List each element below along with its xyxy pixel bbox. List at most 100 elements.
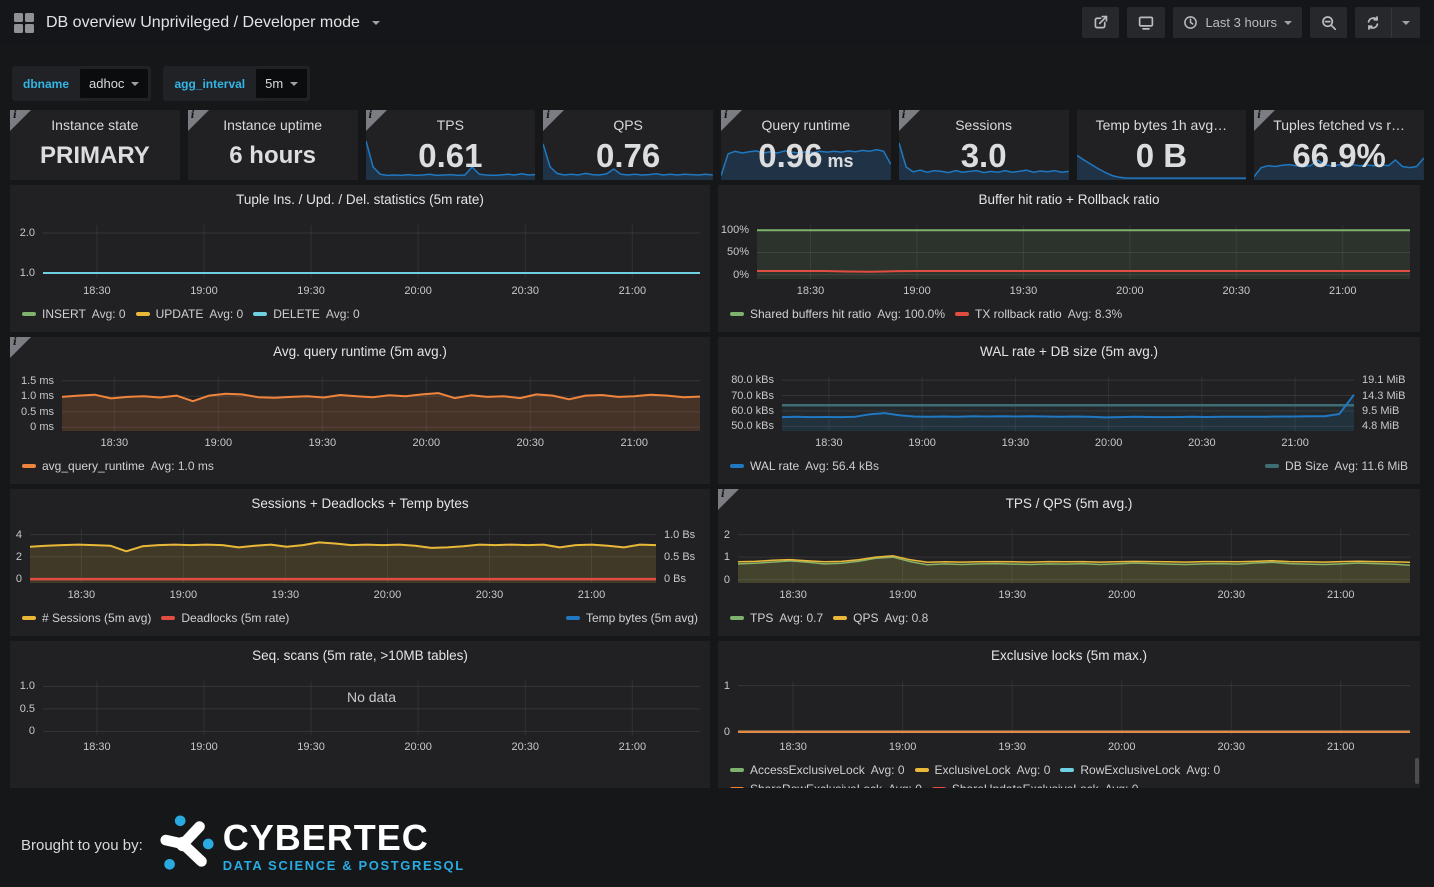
stat-value: 0 B (1077, 132, 1247, 180)
stat-value: 0.76 (543, 132, 713, 180)
y-axis-label: 2 (718, 528, 730, 542)
panel-info-corner[interactable]: i (721, 110, 742, 131)
plot-area[interactable] (757, 225, 1410, 279)
panel-info-corner[interactable]: i (366, 110, 387, 131)
refresh-button[interactable] (1355, 7, 1391, 38)
legend-item-shared-buffers-hit-ratio[interactable]: Shared buffers hit ratioAvg: 100.0% (730, 307, 945, 321)
stat-panel-title[interactable]: Query runtime (721, 117, 891, 133)
plot-area[interactable] (30, 529, 656, 583)
legend-series-label: DELETE (273, 307, 320, 321)
y-axis-label: 1 (718, 550, 730, 564)
x-axis-label: 20:30 (1209, 588, 1253, 602)
legend-series-label: ExclusiveLock (935, 763, 1011, 777)
graph-panel-title[interactable]: Avg. query runtime (5m avg.) (10, 344, 710, 359)
legend-item-tps[interactable]: TPSAvg: 0.7 (730, 611, 823, 625)
stat-value-text: PRIMARY (40, 142, 150, 170)
stat-panel-tuples-fetched-vs-r-: iTuples fetched vs r…66.9% (1254, 110, 1424, 180)
plot-area[interactable] (43, 225, 700, 279)
zoom-out-button[interactable] (1310, 7, 1347, 38)
plot-area[interactable] (62, 377, 700, 431)
graph-panel-exclusive-locks: Exclusive locks (5m max.)18:3019:0019:30… (718, 641, 1420, 788)
dashboard-title[interactable]: DB overview Unprivileged / Developer mod… (46, 14, 360, 32)
stat-value: 3.0 (899, 132, 1069, 180)
x-axis-label: 21:00 (610, 740, 654, 754)
x-axis-label: 20:00 (404, 436, 448, 450)
stat-panel-title[interactable]: Instance state (10, 117, 180, 133)
stat-panel-title[interactable]: Sessions (899, 117, 1069, 133)
stat-panel-title[interactable]: Tuples fetched vs r… (1254, 117, 1424, 133)
legend-item-exclusivelock[interactable]: ExclusiveLockAvg: 0 (915, 763, 1051, 777)
x-axis-label: 18:30 (771, 588, 815, 602)
x-axis-label: 18:30 (789, 284, 833, 298)
graph-panel-title[interactable]: Buffer hit ratio + Rollback ratio (718, 192, 1420, 207)
legend-item-tx-rollback-ratio[interactable]: TX rollback ratioAvg: 8.3% (955, 307, 1122, 321)
graph-panel-title[interactable]: TPS / QPS (5m avg.) (718, 496, 1420, 511)
legend-item--sessions-5m-avg-[interactable]: # Sessions (5m avg) (22, 611, 151, 625)
y-axis-label: 1 (718, 679, 730, 693)
legend-item-insert[interactable]: INSERTAvg: 0 (22, 307, 126, 321)
stat-panel-title[interactable]: Temp bytes 1h avg… (1077, 117, 1247, 133)
x-axis-label: 18:30 (75, 284, 119, 298)
variable-caret-down-icon (290, 82, 298, 86)
legend-color-swatch (955, 312, 969, 316)
panel-info-corner[interactable]: i (10, 337, 31, 358)
legend-item-delete[interactable]: DELETE Avg: 0 (253, 307, 360, 321)
plot-area[interactable] (738, 681, 1410, 735)
legend-item-update[interactable]: UPDATEAvg: 0 (136, 307, 244, 321)
share-button[interactable] (1082, 7, 1119, 38)
legend-avg-value: Avg: 0 (92, 307, 126, 321)
refresh-interval-dropdown[interactable] (1391, 7, 1420, 38)
panel-info-corner[interactable]: i (543, 110, 564, 131)
x-axis-label: 21:00 (610, 284, 654, 298)
stat-row: iInstance statePRIMARYiInstance uptime6 … (10, 110, 1424, 180)
graph-panel-title[interactable]: WAL rate + DB size (5m avg.) (718, 344, 1420, 359)
legend-item-avg-query-runtime[interactable]: avg_query_runtimeAvg: 1.0 ms (22, 459, 214, 473)
panel-info-corner[interactable]: i (1254, 110, 1275, 131)
panel-info-corner[interactable]: i (718, 489, 739, 510)
y-axis-label: 0.5 (10, 702, 35, 716)
title-caret-down-icon[interactable] (372, 21, 380, 25)
graph-panel-title[interactable]: Seq. scans (5m rate, >10MB tables) (10, 648, 710, 663)
tv-mode-button[interactable] (1127, 7, 1165, 38)
legend-scrollbar[interactable] (1415, 758, 1419, 784)
stat-value-text: 0.96 (758, 137, 822, 175)
graph-panel-title[interactable]: Tuple Ins. / Upd. / Del. statistics (5m … (10, 192, 710, 207)
graph-panel-seq-scans: Seq. scans (5m rate, >10MB tables)18:301… (10, 641, 710, 788)
x-axis-label: 20:30 (503, 284, 547, 298)
stat-value-unit: ms (827, 151, 853, 172)
legend-item-deadlocks-5m-rate-[interactable]: Deadlocks (5m rate) (161, 611, 289, 625)
panel-info-corner[interactable]: i (899, 110, 920, 131)
variable-value-dropdown[interactable]: 5m (256, 69, 307, 98)
panel-info-corner[interactable]: i (10, 110, 31, 131)
legend-item-temp-bytes-5m-avg-[interactable]: Temp bytes (5m avg) (566, 611, 698, 625)
legend-item-shareupdateexclusivelock[interactable]: ShareUpdateExclusiveLockAvg: 0 (932, 782, 1139, 788)
tv-icon (1137, 14, 1155, 31)
plot-area[interactable] (782, 377, 1354, 431)
stat-panel-title[interactable]: QPS (543, 117, 713, 133)
legend-avg-value: Avg: 0 (1105, 782, 1139, 788)
legend-avg-value: Avg: 0 (326, 307, 360, 321)
legend-item-accessexclusivelock[interactable]: AccessExclusiveLockAvg: 0 (730, 763, 905, 777)
legend-avg-value: Avg: 0 (209, 307, 243, 321)
legend-avg-value: Avg: 0.8 (885, 611, 929, 625)
graph-panel-title[interactable]: Sessions + Deadlocks + Temp bytes (10, 496, 710, 511)
legend-right: DB SizeAvg: 11.6 MiB (1265, 459, 1408, 473)
variable-value-dropdown[interactable]: adhoc (80, 69, 148, 98)
legend-item-wal-rate[interactable]: WAL rateAvg: 56.4 kBs (730, 459, 879, 473)
legend-item-sharerowexclusivelock[interactable]: ShareRowExclusiveLockAvg: 0 (730, 782, 922, 788)
stat-panel-title[interactable]: Instance uptime (188, 117, 358, 133)
right-axis-label: 4.8 MiB (1362, 419, 1399, 433)
legend-color-swatch (22, 616, 36, 620)
time-range-button[interactable]: Last 3 hours (1173, 7, 1302, 38)
legend-avg-value: Avg: 56.4 kBs (805, 459, 879, 473)
legend-item-db-size[interactable]: DB SizeAvg: 11.6 MiB (1265, 459, 1408, 473)
legend-avg-value: Avg: 100.0% (877, 307, 945, 321)
dashboard-grid-icon[interactable] (14, 13, 34, 33)
plot-area[interactable] (738, 529, 1410, 583)
x-axis-label: 19:30 (1001, 284, 1045, 298)
panel-info-corner[interactable]: i (188, 110, 209, 131)
stat-panel-title[interactable]: TPS (366, 117, 536, 133)
graph-panel-title[interactable]: Exclusive locks (5m max.) (718, 648, 1420, 663)
legend-item-rowexclusivelock[interactable]: RowExclusiveLockAvg: 0 (1060, 763, 1220, 777)
legend-item-qps[interactable]: QPSAvg: 0.8 (833, 611, 928, 625)
